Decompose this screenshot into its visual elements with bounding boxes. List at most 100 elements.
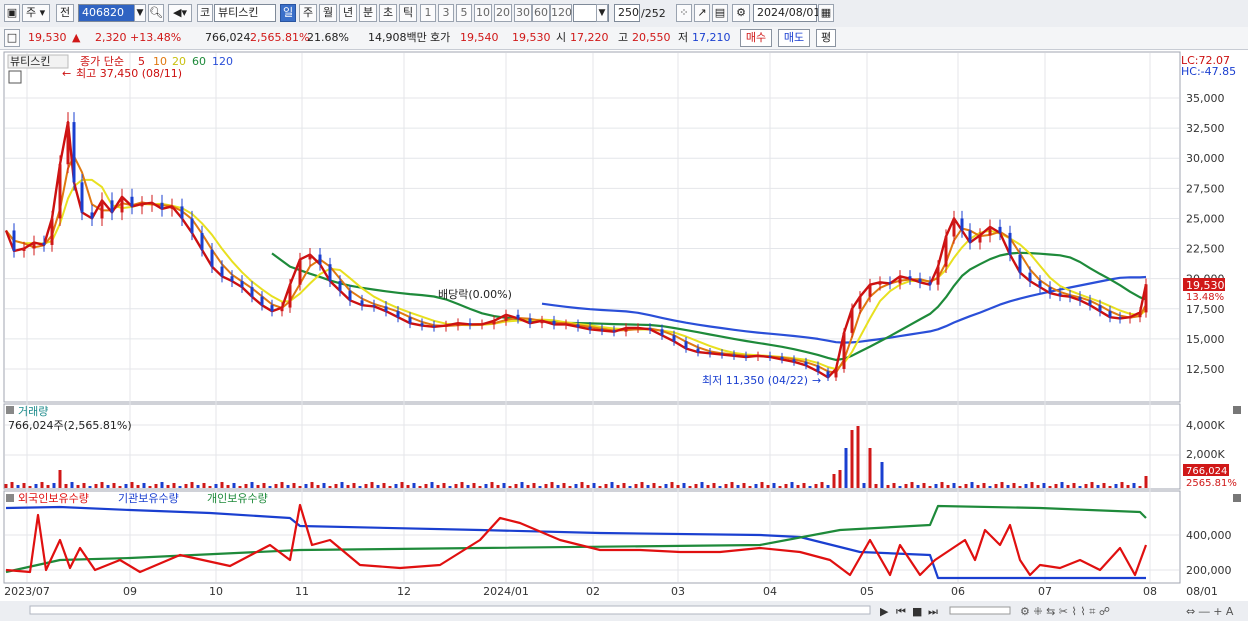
candle-body: [792, 359, 796, 362]
volume-bar: [364, 484, 368, 488]
candle-body: [120, 196, 124, 213]
volume-bar: [1018, 486, 1022, 488]
x-tick-label: 05: [860, 585, 874, 598]
candle-body: [90, 212, 94, 219]
volume-bar: [82, 483, 86, 488]
candle-body: [1138, 312, 1142, 318]
low-marker-icon: →: [812, 374, 821, 387]
volume-bar: [40, 482, 44, 488]
stock-chart-canvas[interactable]: 35,00032,50030,00027,50025,00022,50020,0…: [0, 0, 1248, 621]
candle-body: [708, 352, 712, 354]
candle-body: [180, 206, 184, 219]
volume-bar: [1138, 486, 1142, 488]
candle-body: [648, 328, 652, 330]
volume-bar: [946, 485, 950, 488]
x-tick-label: 2024/01: [483, 585, 529, 598]
candle-body: [878, 282, 882, 285]
candle-body: [22, 248, 26, 251]
volume-bar: [706, 485, 710, 488]
volume-bar: [634, 484, 638, 488]
calculator-icon[interactable]: [8, 70, 22, 84]
volume-bar: [400, 482, 404, 488]
candle-body: [504, 314, 508, 321]
candle-body: [190, 218, 194, 233]
holdings-tick-200k: 200,000: [1186, 564, 1232, 577]
volume-bar: [214, 484, 218, 488]
volume-bar: [46, 485, 50, 488]
scroll-forward-icon[interactable]: ⏭: [928, 605, 938, 618]
volume-bar: [1108, 486, 1112, 488]
price-tick-label: 32,500: [1186, 122, 1225, 135]
dividend-annotation: 배당락(0.00%): [438, 288, 512, 301]
candle-body: [908, 276, 912, 279]
scroll-rewind-icon[interactable]: ⏮: [896, 605, 906, 618]
candle-body: [1088, 300, 1092, 306]
volume-panel-close-icon[interactable]: [1233, 406, 1241, 414]
volume-bar: [130, 482, 134, 488]
candle-body: [1068, 295, 1072, 297]
volume-bar: [460, 482, 464, 488]
horizontal-scrollbar[interactable]: [29, 605, 871, 615]
volume-bar: [778, 486, 782, 488]
volume-bar: [742, 483, 746, 488]
volume-bar: [766, 485, 770, 488]
candle-body: [210, 249, 214, 267]
stop-icon[interactable]: ■: [912, 605, 922, 618]
volume-bar: [916, 485, 920, 488]
candle-body: [826, 371, 830, 378]
volume-bar: [622, 483, 626, 488]
candle-body: [952, 218, 956, 237]
chart-tools-icon[interactable]: ⚙ ⁜ ⇆ ✂ ⌇ ⌇ ⌗ ☍: [1020, 605, 1110, 618]
candle-body: [660, 329, 664, 336]
price-tick-label: 27,500: [1186, 182, 1225, 195]
price-tick-label: 22,500: [1186, 243, 1225, 256]
volume-bar: [472, 483, 476, 488]
institution-holdings-label: 기관보유수량: [118, 492, 179, 505]
candle-body: [576, 324, 580, 327]
volume-bar: [118, 486, 122, 488]
zoom-slider[interactable]: [949, 606, 1011, 615]
volume-bar: [346, 485, 350, 488]
candle-body: [318, 254, 322, 265]
volume-bar: [184, 484, 188, 488]
candle-body: [1028, 272, 1032, 282]
volume-bar: [88, 486, 92, 488]
volume-bar: [790, 482, 794, 488]
candle-body: [170, 206, 174, 209]
volume-bar: [940, 482, 944, 488]
x-tick-label: 04: [763, 585, 777, 598]
volume-bar: [844, 448, 848, 488]
volume-bar: [496, 485, 500, 488]
volume-bar: [136, 485, 140, 488]
candle-body: [1018, 254, 1022, 273]
price-tick-label: 17,500: [1186, 303, 1225, 316]
volume-panel-icon: [6, 406, 14, 414]
volume-bar: [196, 485, 200, 488]
candle-body: [968, 230, 972, 243]
volume-bar: [232, 483, 236, 488]
candle-body: [1078, 296, 1082, 301]
candle-body: [1098, 305, 1102, 312]
volume-bar: [1048, 486, 1052, 488]
candle-body: [140, 203, 144, 207]
candle-body: [960, 218, 964, 231]
x-tick-label: 2023/07: [4, 585, 50, 598]
volume-bar: [934, 484, 938, 488]
scroll-next-icon[interactable]: ▶: [880, 605, 889, 618]
candle-body: [384, 306, 388, 312]
holdings-panel-close-icon[interactable]: [1233, 494, 1241, 502]
foreign-holdings-label: 외국인보유수량: [18, 492, 89, 505]
volume-bar: [226, 485, 230, 488]
volume-bar: [1114, 484, 1118, 488]
zoom-controls-icon[interactable]: ⇔ ― + A: [1186, 605, 1234, 618]
x-tick-label: 12: [397, 585, 411, 598]
volume-bar: [514, 484, 518, 488]
volume-bar: [238, 486, 242, 488]
candle-body: [308, 254, 312, 260]
volume-bar: [28, 486, 32, 488]
holdings-tick-400k: 400,000: [1186, 529, 1232, 542]
volume-bar: [694, 484, 698, 488]
volume-bar: [418, 486, 422, 488]
volume-bar: [442, 483, 446, 488]
volume-last-tag: 766,024: [1186, 466, 1227, 477]
